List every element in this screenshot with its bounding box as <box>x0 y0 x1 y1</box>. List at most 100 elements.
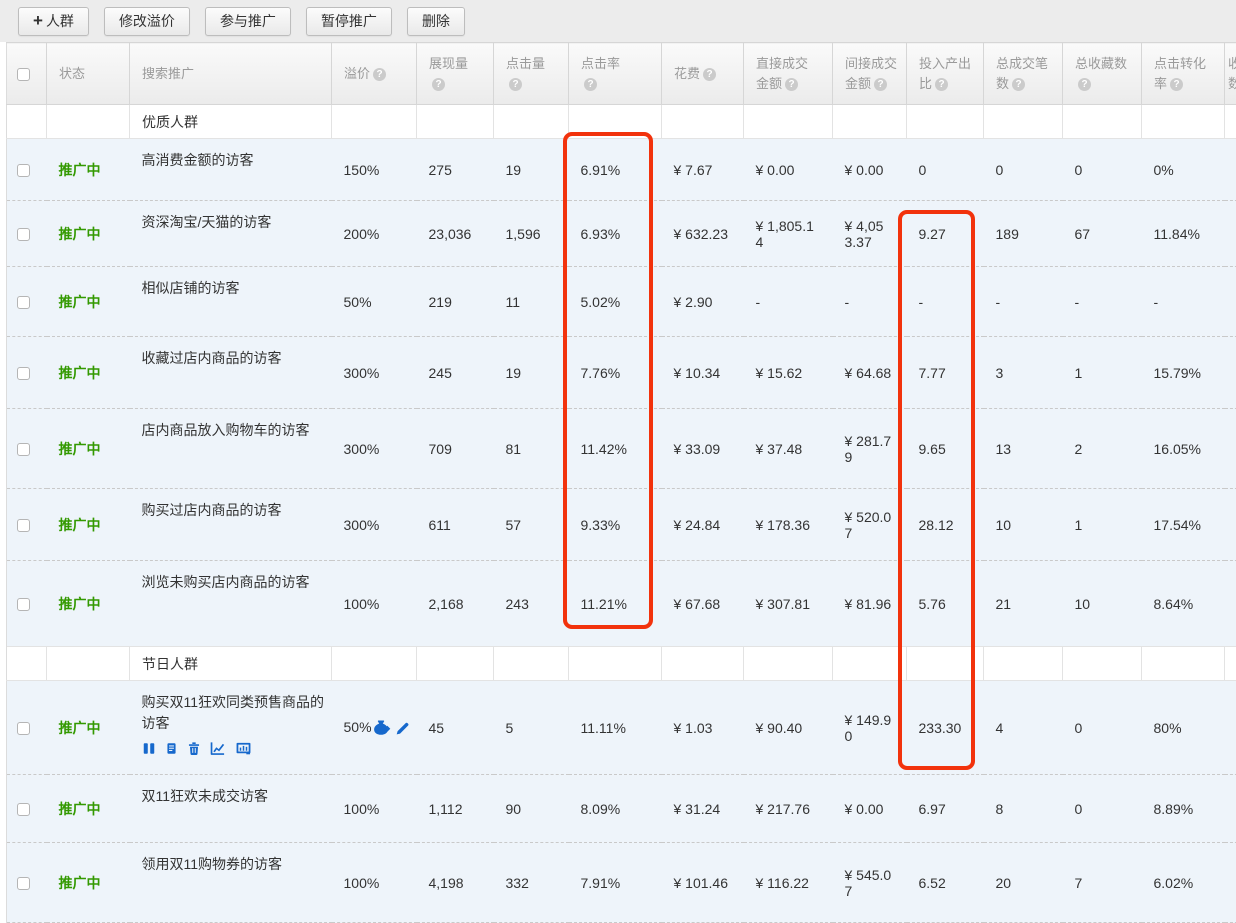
trash-icon[interactable] <box>187 741 201 756</box>
status-text: 推广中 <box>59 294 101 310</box>
group-empty-cell <box>1063 647 1142 681</box>
column-header-label: 数 <box>1228 76 1236 91</box>
audience-name-cell: 浏览未购买店内商品的访客 <box>130 561 332 647</box>
row-checkbox[interactable] <box>17 877 30 890</box>
plus-icon: + <box>33 12 43 29</box>
cell-indirect: ¥ 520.07 <box>833 489 907 561</box>
cell-cost: ¥ 67.68 <box>662 561 744 647</box>
premium-edit-icons <box>371 720 410 736</box>
row-checkbox-cell <box>7 843 47 923</box>
cell-cost: ¥ 632.23 <box>662 201 744 267</box>
cell-roi: 6.52 <box>907 843 984 923</box>
pencil-icon[interactable] <box>395 721 410 736</box>
help-icon[interactable]: ? <box>874 78 887 91</box>
cell-conversion: 0% <box>1142 139 1225 201</box>
cell-direct: ¥ 37.48 <box>744 409 833 489</box>
row-checkbox[interactable] <box>17 803 30 816</box>
row-checkbox[interactable] <box>17 519 30 532</box>
cell-indirect: ¥ 281.79 <box>833 409 907 489</box>
cell-clicks: 5 <box>494 681 569 775</box>
row-checkbox[interactable] <box>17 722 30 735</box>
help-icon[interactable]: ? <box>703 68 716 81</box>
cell-ctr: 11.11% <box>569 681 662 775</box>
cell-impressions: 709 <box>417 409 494 489</box>
toolbar-button-1[interactable]: 修改溢价 <box>104 7 190 36</box>
row-checkbox[interactable] <box>17 296 30 309</box>
audience-name: 店内商品放入购物车的访客 <box>142 420 331 441</box>
cell-roi: 6.97 <box>907 775 984 843</box>
cell-direct: ¥ 90.40 <box>744 681 833 775</box>
cell-impressions: 1,112 <box>417 775 494 843</box>
pause-icon[interactable] <box>142 741 156 756</box>
help-icon[interactable]: ? <box>785 78 798 91</box>
cell-ctr: 7.91% <box>569 843 662 923</box>
cell-conversion: 15.79% <box>1142 337 1225 409</box>
money-bag-icon[interactable] <box>371 720 391 736</box>
cell-direct: ¥ 307.81 <box>744 561 833 647</box>
audience-name: 相似店铺的访客 <box>142 278 331 299</box>
audience-name-cell: 领用双11购物券的访客 <box>130 843 332 923</box>
column-header-label: 直接成交 <box>756 56 808 71</box>
help-icon[interactable]: ? <box>509 78 522 91</box>
cell-clicks: 19 <box>494 139 569 201</box>
cell-roi: 233.30 <box>907 681 984 775</box>
cell-roi: 28.12 <box>907 489 984 561</box>
row-checkbox[interactable] <box>17 367 30 380</box>
row-checkbox-cell <box>7 201 47 267</box>
cell-ctr: 11.21% <box>569 561 662 647</box>
cell-orders: 20 <box>984 843 1063 923</box>
row-checkbox[interactable] <box>17 164 30 177</box>
status-text: 推广中 <box>59 365 101 381</box>
edit-doc-icon[interactable] <box>165 741 178 756</box>
cell-conversion: 16.05% <box>1142 409 1225 489</box>
row-checkbox-cell <box>7 337 47 409</box>
cell-indirect: ¥ 0.00 <box>833 139 907 201</box>
cell-impressions: 45 <box>417 681 494 775</box>
toolbar-button-3[interactable]: 暂停推广 <box>306 7 392 36</box>
table-row: 推广中浏览未购买店内商品的访客100%2,16824311.21%¥ 67.68… <box>7 561 1236 647</box>
audience-name-cell: 购买过店内商品的访客 <box>130 489 332 561</box>
toolbar-button-2[interactable]: 参与推广 <box>205 7 291 36</box>
cell-orders: 4 <box>984 681 1063 775</box>
row-checkbox[interactable] <box>17 443 30 456</box>
cell-favorites: 0 <box>1063 139 1142 201</box>
row-checkbox[interactable] <box>17 598 30 611</box>
toolbar-button-add-audience[interactable]: +人群 <box>18 7 89 36</box>
toolbar-button-4[interactable]: 删除 <box>407 7 465 36</box>
status-cell: 推广中 <box>47 139 130 201</box>
report-chart-icon[interactable] <box>235 741 252 756</box>
toolbar-button-label: 修改溢价 <box>119 11 175 31</box>
cell-direct: ¥ 178.36 <box>744 489 833 561</box>
help-icon[interactable]: ? <box>1012 78 1025 91</box>
help-icon[interactable]: ? <box>1170 78 1183 91</box>
help-icon[interactable]: ? <box>432 78 445 91</box>
cell-extra: 1 <box>1225 337 1236 409</box>
status-cell: 推广中 <box>47 489 130 561</box>
column-header-label: 点击率 <box>581 56 620 71</box>
select-all-checkbox[interactable] <box>17 68 30 81</box>
group-empty-cell <box>494 647 569 681</box>
cell-conversion: 8.64% <box>1142 561 1225 647</box>
group-empty-cell <box>984 105 1063 139</box>
cell-favorites: 67 <box>1063 201 1142 267</box>
row-checkbox[interactable] <box>17 228 30 241</box>
help-icon[interactable]: ? <box>373 68 386 81</box>
cell-favorites: 1 <box>1063 489 1142 561</box>
cell-indirect: ¥ 81.96 <box>833 561 907 647</box>
table-row: 推广中购买双11狂欢同类预售商品的访客50%45511.11%¥ 1.03¥ 9… <box>7 681 1236 775</box>
cell-orders: 3 <box>984 337 1063 409</box>
toolbar-button-label: 暂停推广 <box>321 11 377 31</box>
help-icon[interactable]: ? <box>935 78 948 91</box>
help-icon[interactable]: ? <box>584 78 597 91</box>
audience-name: 收藏过店内商品的访客 <box>142 348 331 369</box>
column-header-label: 金额 <box>756 76 782 91</box>
cell-extra: 8 <box>1225 561 1236 647</box>
column-header-premium: 溢价? <box>332 43 417 105</box>
group-empty-cell <box>833 105 907 139</box>
help-icon[interactable]: ? <box>1078 78 1091 91</box>
group-empty-cell <box>47 647 130 681</box>
trend-chart-icon[interactable] <box>210 741 226 756</box>
cell-indirect: ¥ 149.90 <box>833 681 907 775</box>
cell-cost: ¥ 31.24 <box>662 775 744 843</box>
cell-conversion: 80% <box>1142 681 1225 775</box>
